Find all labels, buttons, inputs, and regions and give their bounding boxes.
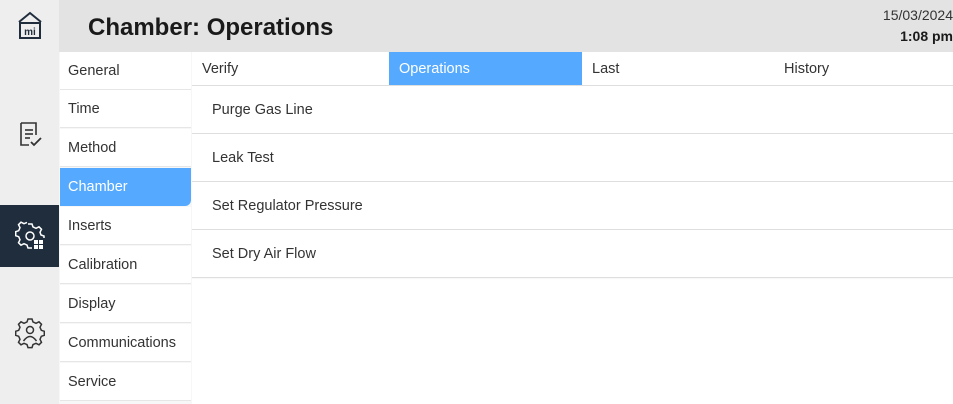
operation-leak-test[interactable]: Leak Test — [192, 134, 953, 182]
menu-item-inserts[interactable]: Inserts — [60, 207, 191, 245]
operations-list: Purge Gas Line Leak Test Set Regulator P… — [192, 86, 953, 278]
menu-item-general[interactable]: General — [60, 52, 191, 90]
tab-verify[interactable]: Verify — [192, 52, 389, 85]
home-button[interactable]: mi — [0, 0, 59, 52]
menu-item-time[interactable]: Time — [60, 90, 191, 128]
operation-purge-gas-line[interactable]: Purge Gas Line — [192, 86, 953, 134]
operation-set-regulator-pressure[interactable]: Set Regulator Pressure — [192, 182, 953, 230]
settings-grid-icon — [14, 221, 45, 249]
menu-item-communications[interactable]: Communications — [60, 324, 191, 362]
checklist-icon — [19, 122, 42, 147]
tab-history[interactable]: History — [774, 52, 953, 85]
tab-operations[interactable]: Operations — [389, 52, 582, 85]
menu-item-calibration[interactable]: Calibration — [60, 246, 191, 284]
tab-last[interactable]: Last — [582, 52, 774, 85]
user-settings-icon — [14, 318, 45, 349]
menu-item-chamber[interactable]: Chamber — [60, 168, 191, 206]
menu-item-method[interactable]: Method — [60, 129, 191, 167]
menu-item-display[interactable]: Display — [60, 285, 191, 323]
tab-bar: Verify Operations Last History — [192, 52, 953, 86]
svg-text:mi: mi — [24, 27, 36, 38]
icon-rail: mi — [0, 0, 59, 404]
date-display: 15/03/2024 — [882, 7, 953, 23]
user-settings-nav-button[interactable] — [0, 298, 59, 368]
operation-set-dry-air-flow[interactable]: Set Dry Air Flow — [192, 230, 953, 278]
settings-nav-button[interactable] — [0, 205, 59, 267]
home-icon: mi — [17, 11, 42, 39]
settings-menu: General Time Method Chamber Inserts Cali… — [59, 52, 192, 404]
header-bar: Chamber: Operations 15/03/2024 1:08 pm — [59, 0, 953, 52]
time-display: 1:08 pm — [900, 28, 953, 44]
method-nav-button[interactable] — [0, 100, 59, 170]
menu-item-service[interactable]: Service — [60, 363, 191, 401]
page-title: Chamber: Operations — [88, 14, 334, 41]
